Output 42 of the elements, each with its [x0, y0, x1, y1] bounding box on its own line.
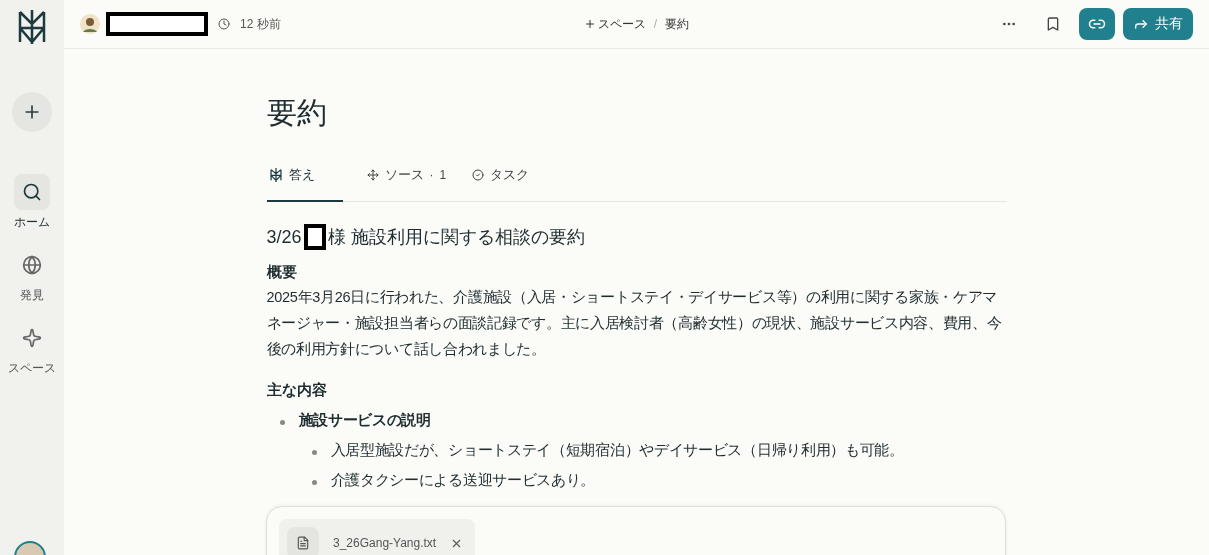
nav-label[interactable]: スペース [8, 360, 56, 377]
answer-heading: 様 施設利用に関する相談の要約 [327, 226, 585, 249]
section-heading: 概要 [266, 262, 298, 282]
nav-icon-button[interactable] [14, 174, 50, 210]
clock-icon [218, 18, 230, 30]
bullet-dot [311, 480, 317, 485]
breadcrumb-separator: / [653, 17, 658, 31]
list-item-text: 入居型施設だが、ショートステイ（短期宿泊）やデイサービス（日帰り利用）も可能。 [330, 442, 904, 458]
breadcrumb-page: 要約 [665, 15, 690, 33]
tab-count: 1 [439, 168, 447, 182]
answer-heading: 3/26 [266, 226, 302, 248]
nav-label[interactable]: 発見 [20, 287, 44, 304]
bookmark-icon [1045, 16, 1061, 32]
share-button[interactable]: 共有 [1123, 8, 1193, 40]
attachment-chip[interactable]: 3_26Gang-Yang.txt [279, 519, 476, 555]
page-title: 要約 [266, 95, 328, 131]
timestamp: 12 秒前 [240, 15, 281, 33]
list-item-text: 施設サービスの説明 [298, 412, 431, 428]
nav-label[interactable]: ホーム [14, 214, 50, 231]
globe-icon [22, 255, 42, 275]
search-icon [22, 182, 42, 202]
new-thread-button[interactable] [12, 92, 52, 132]
bullet-dot [279, 420, 285, 425]
sources-icon [366, 169, 379, 181]
check-circle-icon [472, 169, 485, 181]
tab[interactable]: タスク [470, 166, 532, 202]
summary-paragraph: 2025年3月26日に行われた、介護施設（入居・ショートステイ・デイサービス等）の利用に関する家族・ケアマネージャー・施設担当者らの面談記録です。主に入居検討者（高齢女性）の現状、施設サービス内容、費用、今後の利用方針について話し合われました。 [266, 288, 1003, 359]
tab[interactable]: ソース · 1 [364, 166, 449, 202]
tab[interactable]: 答え [266, 166, 343, 202]
attachment-name: 3_26Gang-Yang.txt [333, 536, 437, 550]
tab-separator: · [429, 168, 434, 182]
file-icon [296, 536, 310, 550]
space-link[interactable]: スペース [583, 15, 646, 33]
sparkle-icon [22, 328, 42, 348]
copy-link-button[interactable] [1079, 8, 1115, 40]
section-heading: 主な内容 [266, 380, 328, 400]
bullet-dot [311, 450, 317, 455]
plus-icon [583, 18, 596, 30]
author-avatar [80, 14, 100, 34]
logo-icon [268, 167, 283, 183]
redaction-box [303, 224, 326, 250]
list-item-text: 介護タクシーによる送迎サービスあり。 [330, 472, 596, 488]
